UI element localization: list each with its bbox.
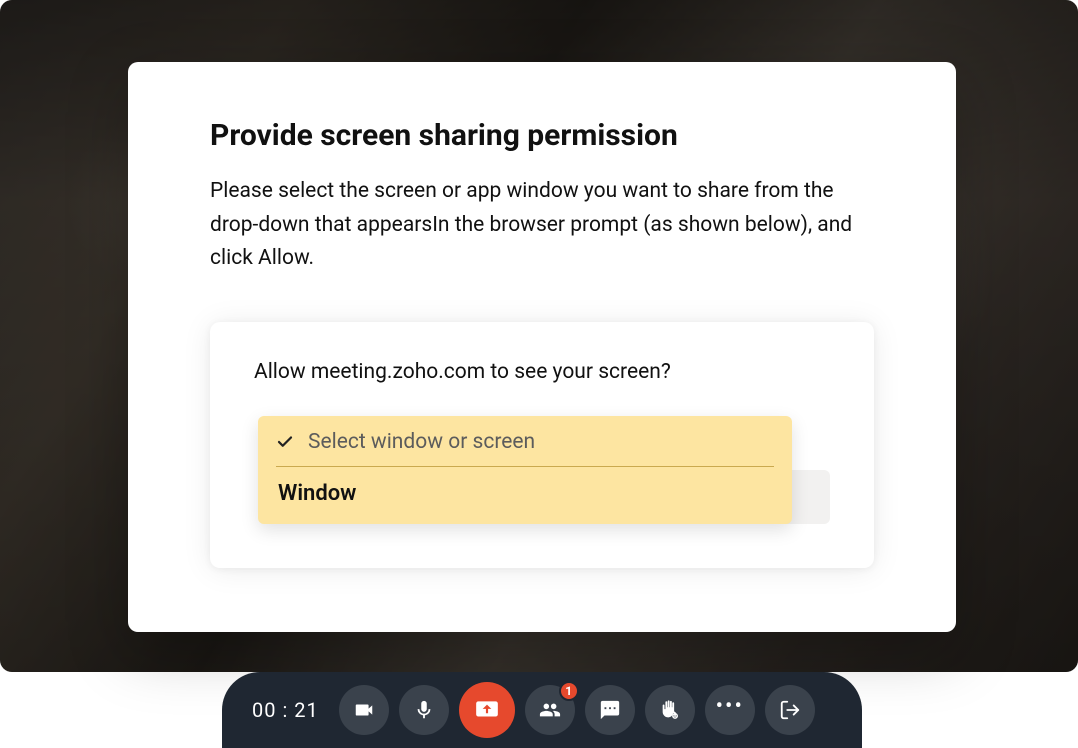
camera-button[interactable] [339, 685, 389, 735]
screen-share-permission-dialog: Provide screen sharing permission Please… [128, 62, 956, 632]
participants-icon [539, 699, 561, 721]
dialog-title: Provide screen sharing permission [210, 118, 874, 153]
dropdown-option-window[interactable]: Window [276, 467, 774, 506]
dropdown-placeholder: Select window or screen [308, 430, 535, 454]
exit-icon [779, 699, 801, 721]
leave-meeting-button[interactable] [765, 685, 815, 735]
prompt-question: Allow meeting.zoho.com to see your scree… [254, 360, 830, 384]
screen-select-dropdown[interactable]: Select window or screen Window [258, 416, 792, 524]
share-screen-button[interactable] [459, 682, 515, 738]
dialog-body: Please select the screen or app window y… [210, 175, 874, 276]
meeting-toolbar: 00 : 21 1 ••• [222, 672, 862, 748]
camera-icon [353, 699, 375, 721]
microphone-button[interactable] [399, 685, 449, 735]
more-icon: ••• [716, 707, 744, 713]
reactions-button[interactable] [645, 685, 695, 735]
chat-icon [599, 699, 621, 721]
participants-badge: 1 [559, 681, 579, 701]
participants-button[interactable]: 1 [525, 685, 575, 735]
browser-prompt-preview: Allow meeting.zoho.com to see your scree… [210, 322, 874, 568]
share-screen-icon [474, 697, 500, 723]
chat-button[interactable] [585, 685, 635, 735]
raise-hand-emoji-icon [659, 699, 681, 721]
check-icon [276, 433, 294, 451]
microphone-icon [413, 699, 435, 721]
meeting-timer: 00 : 21 [252, 698, 319, 722]
more-options-button[interactable]: ••• [705, 685, 755, 735]
